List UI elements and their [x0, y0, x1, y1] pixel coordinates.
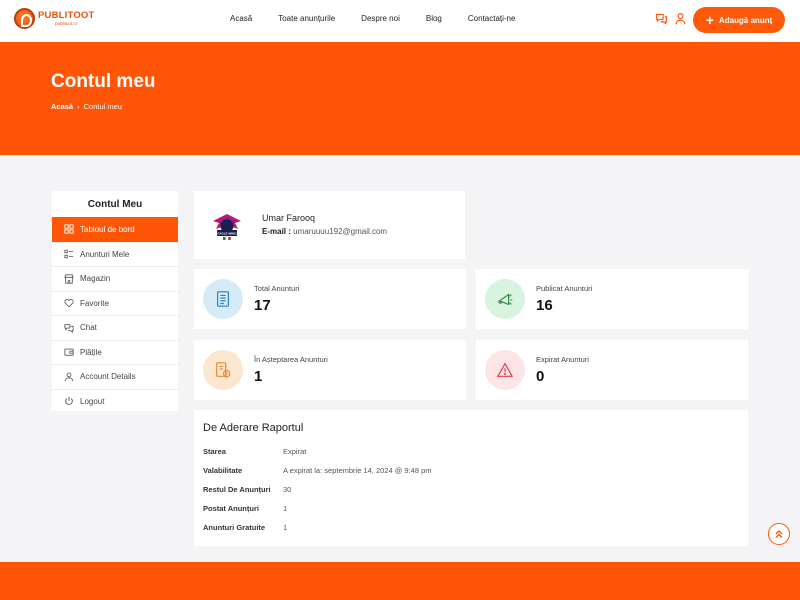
sidebar-item-dashboard[interactable]: Tabloul de bord [52, 217, 178, 242]
sidebar-item-favorites[interactable]: Favorite [52, 290, 178, 316]
sidebar-item-account-details[interactable]: Account Details [52, 364, 178, 389]
sidebar-item-label: Plățile [80, 347, 102, 357]
warning-icon [485, 350, 525, 390]
nav-all-ads[interactable]: Toate anunțurile [278, 14, 335, 23]
membership-report: De Aderare Raportul Starea Expirat Valab… [194, 410, 748, 546]
stat-total-ads: Total Anunturi 17 [194, 269, 466, 329]
wallet-icon [64, 348, 74, 356]
document-icon [203, 279, 243, 319]
eagle-logo-icon: EAGLE WING [213, 214, 241, 240]
site-footer [0, 562, 800, 600]
sidebar-item-label: Anunturi Mele [80, 249, 130, 259]
breadcrumb-home[interactable]: Acasă [51, 102, 73, 111]
scroll-to-top-button[interactable] [768, 523, 790, 545]
stat-label: În Așteptarea Anunturi [254, 355, 328, 364]
sidebar-item-chat[interactable]: Chat [52, 315, 178, 340]
report-key: Restul De Anunțuri [203, 485, 271, 494]
stat-expired-ads: Expirat Anunturi 0 [476, 340, 748, 400]
page-hero: Contul meu Acasă › Contul meu [0, 42, 800, 155]
site-header: PUBLITOOT publitoot.ro Acasă Toate anunț… [0, 0, 800, 42]
page-title: Contul meu [51, 71, 156, 92]
user-icon [64, 372, 74, 381]
logo-mark-icon [14, 8, 35, 29]
nav-about[interactable]: Despre noi [361, 14, 400, 23]
brand-logo[interactable]: PUBLITOOT publitoot.ro [14, 8, 95, 29]
breadcrumb: Acasă › Contul meu [51, 102, 122, 111]
sidebar-item-label: Favorite [80, 298, 109, 308]
pending-icon [203, 350, 243, 390]
sidebar-item-store[interactable]: Magazin [52, 266, 178, 291]
messages-icon[interactable] [655, 12, 668, 30]
nav-home[interactable]: Acasă [230, 14, 252, 23]
chevron-double-up-icon [775, 530, 783, 538]
report-key: Postat Anunțuri [203, 504, 259, 513]
stat-label: Total Anunturi [254, 284, 300, 293]
report-row: Anunturi Gratuite 1 [203, 523, 287, 532]
chevron-right-icon: › [77, 102, 80, 111]
report-title: De Aderare Raportul [203, 422, 304, 434]
stat-published-ads: Publicat Anunturi 16 [476, 269, 748, 329]
megaphone-icon [485, 279, 525, 319]
sidebar-item-label: Account Details [80, 372, 136, 382]
profile-name: Umar Farooq [262, 213, 316, 223]
report-value: 1 [283, 504, 288, 513]
report-key: Valabilitate [203, 466, 243, 475]
stat-value: 1 [254, 368, 263, 385]
nav-blog[interactable]: Blog [426, 14, 442, 23]
brand-name: PUBLITOOT [38, 10, 95, 21]
stat-label: Publicat Anunturi [536, 284, 593, 293]
report-row: Restul De Anunțuri 30 [203, 485, 291, 494]
add-ad-button[interactable]: + Adaugă anunț [693, 7, 785, 33]
email-label: E-mail : [262, 227, 291, 236]
email-value: umaruuuu192@gmail.com [293, 227, 388, 236]
stat-value: 0 [536, 368, 545, 385]
report-value: 30 [283, 485, 292, 494]
report-value: Expirat [283, 447, 307, 456]
sidebar-item-label: Tabloul de bord [80, 224, 135, 234]
sidebar-item-label: Magazin [80, 274, 111, 284]
power-icon [65, 397, 73, 406]
profile-card: EAGLE WING Umar Farooq E-mail : umaruuuu… [194, 191, 465, 259]
sidebar-item-my-ads[interactable]: Anunturi Mele [52, 241, 178, 267]
stat-pending-ads: În Așteptarea Anunturi 1 [194, 340, 466, 400]
profile-email: E-mail : umaruuuu192@gmail.com [262, 227, 387, 236]
chat-icon [64, 324, 74, 333]
stat-value: 16 [536, 297, 553, 314]
svg-text:EAGLE WING: EAGLE WING [217, 232, 237, 236]
sidebar-item-label: Logout [80, 396, 105, 406]
sidebar-item-label: Chat [80, 323, 97, 333]
breadcrumb-current: Contul meu [83, 102, 122, 111]
report-row: Valabilitate A expirat la: septembrie 14… [203, 466, 432, 475]
stat-label: Expirat Anunturi [536, 355, 589, 364]
report-value: A expirat la: septembrie 14, 2024 @ 9:48… [283, 466, 432, 475]
sidebar-item-payments[interactable]: Plățile [52, 339, 178, 365]
report-value: 1 [283, 523, 288, 532]
user-icon[interactable] [674, 12, 687, 30]
store-icon [64, 274, 74, 284]
dashboard-icon [64, 224, 74, 234]
report-key: Anunturi Gratuite [203, 523, 266, 532]
nav-contact[interactable]: Contactați-ne [468, 14, 516, 23]
add-ad-label: Adaugă anunț [718, 15, 773, 25]
stat-value: 17 [254, 297, 271, 314]
sidebar-item-logout[interactable]: Logout [52, 388, 178, 414]
brand-tagline: publitoot.ro [55, 20, 78, 26]
plus-icon: + [705, 12, 714, 28]
main-nav: Acasă Toate anunțurile Despre noi Blog C… [230, 14, 541, 23]
report-row: Postat Anunțuri 1 [203, 504, 287, 513]
list-icon [64, 250, 74, 259]
report-row: Starea Expirat [203, 447, 306, 456]
avatar: EAGLE WING [208, 207, 246, 245]
heart-icon [64, 299, 74, 308]
sidebar-title: Contul Meu [87, 198, 143, 210]
report-key: Starea [203, 447, 226, 456]
account-sidebar: Contul Meu Tabloul de bord Anunturi Mele… [52, 191, 178, 411]
